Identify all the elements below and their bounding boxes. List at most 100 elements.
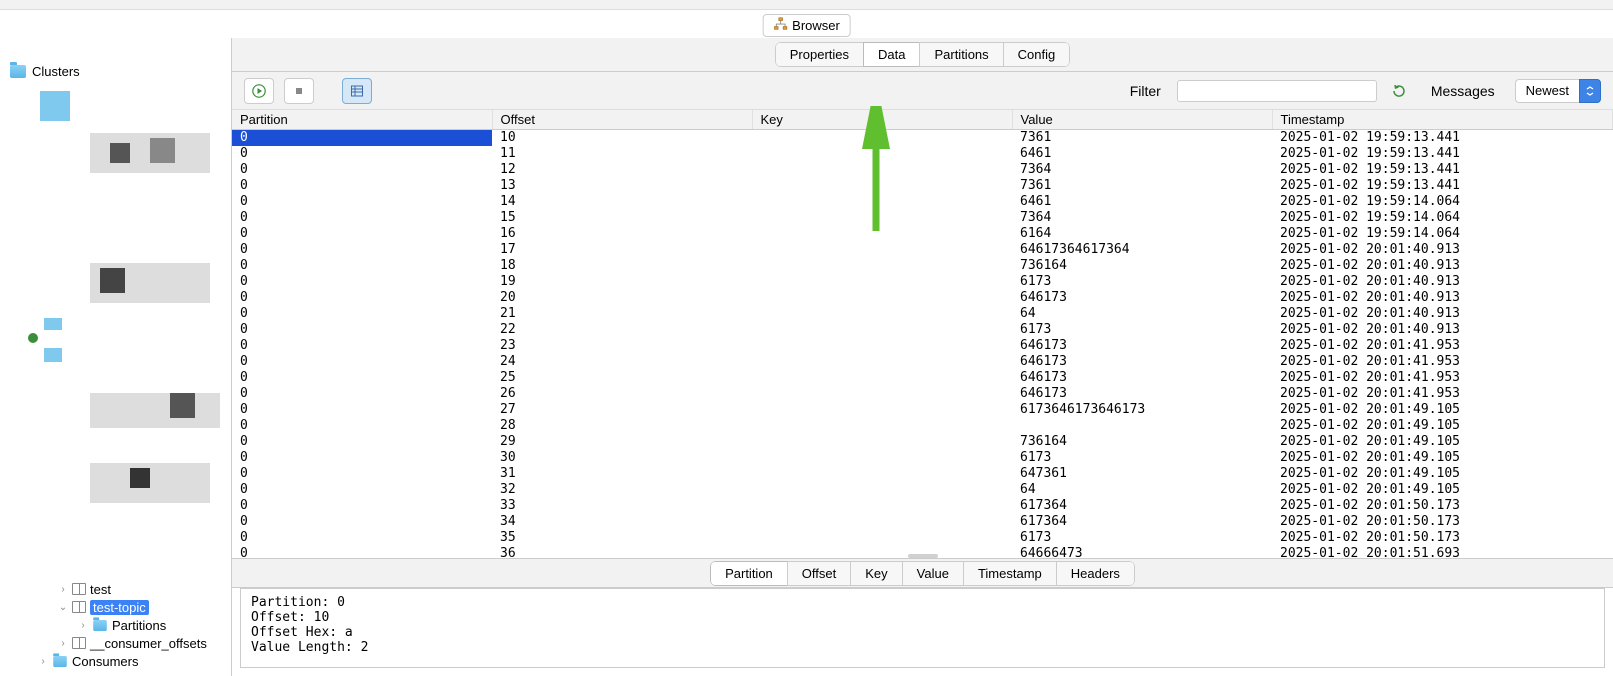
cell-offset: 12 (492, 162, 752, 178)
refresh-button[interactable] (1387, 80, 1411, 102)
detail-tab-headers[interactable]: Headers (1056, 561, 1135, 586)
cell-partition: 0 (232, 146, 492, 162)
table-view-button[interactable] (342, 78, 372, 104)
table-row[interactable]: 01661642025-01-02 19:59:14.064 (232, 226, 1613, 242)
cell-value: 617364 (1012, 498, 1272, 514)
browser-tab-button[interactable]: Browser (762, 14, 851, 37)
top-toolbar (0, 0, 1613, 10)
cell-key (752, 370, 1012, 386)
column-header-timestamp[interactable]: Timestamp (1272, 110, 1613, 130)
table-row[interactable]: 01164612025-01-02 19:59:13.441 (232, 146, 1613, 162)
folder-icon (10, 65, 26, 78)
tree-item-partitions[interactable]: › Partitions (8, 616, 231, 634)
cell-key (752, 194, 1012, 210)
cell-offset: 20 (492, 290, 752, 306)
tree-label: Consumers (72, 654, 138, 669)
column-header-offset[interactable]: Offset (492, 110, 752, 130)
data-table-scroll[interactable]: PartitionOffsetKeyValueTimestamp 0107361… (232, 110, 1613, 558)
sidebar-root[interactable]: Clusters (0, 60, 231, 83)
table-row[interactable]: 017646173646173642025-01-02 20:01:40.913 (232, 242, 1613, 258)
table-row[interactable]: 0256461732025-01-02 20:01:41.953 (232, 370, 1613, 386)
tree-item-consumer-offsets[interactable]: › __consumer_offsets (8, 634, 231, 652)
cell-partition: 0 (232, 194, 492, 210)
cell-timestamp: 2025-01-02 19:59:13.441 (1272, 162, 1613, 178)
column-header-key[interactable]: Key (752, 110, 1012, 130)
table-row[interactable]: 03561732025-01-02 20:01:50.173 (232, 530, 1613, 546)
cell-offset: 29 (492, 434, 752, 450)
table-row[interactable]: 01373612025-01-02 19:59:13.441 (232, 178, 1613, 194)
cell-offset: 13 (492, 178, 752, 194)
cell-timestamp: 2025-01-02 20:01:50.173 (1272, 498, 1613, 514)
cell-offset: 21 (492, 306, 752, 322)
table-row[interactable]: 01073612025-01-02 19:59:13.441 (232, 130, 1613, 146)
tab-data[interactable]: Data (863, 42, 920, 67)
sidebar: Clusters › test ⌄ (0, 38, 232, 676)
detail-pane[interactable]: Partition: 0 Offset: 10 Offset Hex: a Va… (240, 588, 1605, 668)
detail-tab-offset[interactable]: Offset (787, 561, 851, 586)
table-row[interactable]: 021642025-01-02 20:01:40.913 (232, 306, 1613, 322)
cell-partition: 0 (232, 306, 492, 322)
cell-offset: 24 (492, 354, 752, 370)
filter-label: Filter (1130, 83, 1161, 99)
table-row[interactable]: 0282025-01-02 20:01:49.105 (232, 418, 1613, 434)
cell-partition: 0 (232, 178, 492, 194)
table-row[interactable]: 02261732025-01-02 20:01:40.913 (232, 322, 1613, 338)
table-row[interactable]: 01273642025-01-02 19:59:13.441 (232, 162, 1613, 178)
tab-properties[interactable]: Properties (775, 42, 864, 67)
cell-timestamp: 2025-01-02 19:59:14.064 (1272, 210, 1613, 226)
column-header-value[interactable]: Value (1012, 110, 1272, 130)
table-row[interactable]: 032642025-01-02 20:01:49.105 (232, 482, 1613, 498)
play-button[interactable] (244, 78, 274, 104)
cell-key (752, 450, 1012, 466)
cell-key (752, 434, 1012, 450)
cell-value: 64 (1012, 482, 1272, 498)
table-row[interactable]: 01464612025-01-02 19:59:14.064 (232, 194, 1613, 210)
cell-timestamp: 2025-01-02 20:01:40.913 (1272, 322, 1613, 338)
table-row[interactable]: 0297361642025-01-02 20:01:49.105 (232, 434, 1613, 450)
column-header-partition[interactable]: Partition (232, 110, 492, 130)
table-row[interactable]: 03061732025-01-02 20:01:49.105 (232, 450, 1613, 466)
tree-item-test-topic[interactable]: ⌄ test-topic (8, 598, 231, 616)
table-row[interactable]: 0206461732025-01-02 20:01:40.913 (232, 290, 1613, 306)
tree-item-test[interactable]: › test (8, 580, 231, 598)
table-row[interactable]: 0336173642025-01-02 20:01:50.173 (232, 498, 1613, 514)
cell-value: 617364 (1012, 514, 1272, 530)
table-row[interactable]: 0187361642025-01-02 20:01:40.913 (232, 258, 1613, 274)
table-row[interactable]: 01961732025-01-02 20:01:40.913 (232, 274, 1613, 290)
cell-key (752, 482, 1012, 498)
tree-label: test-topic (90, 600, 149, 615)
tab-partitions[interactable]: Partitions (919, 42, 1003, 67)
cell-timestamp: 2025-01-02 20:01:49.105 (1272, 402, 1613, 418)
cell-partition: 0 (232, 338, 492, 354)
order-dropdown[interactable]: Newest (1515, 79, 1601, 103)
cell-value: 6173 (1012, 322, 1272, 338)
cell-timestamp: 2025-01-02 19:59:14.064 (1272, 194, 1613, 210)
cell-timestamp: 2025-01-02 20:01:49.105 (1272, 434, 1613, 450)
table-row[interactable]: 0316473612025-01-02 20:01:49.105 (232, 466, 1613, 482)
table-row[interactable]: 0346173642025-01-02 20:01:50.173 (232, 514, 1613, 530)
cell-timestamp: 2025-01-02 20:01:40.913 (1272, 258, 1613, 274)
detail-tab-value[interactable]: Value (902, 561, 964, 586)
table-row[interactable]: 0246461732025-01-02 20:01:41.953 (232, 354, 1613, 370)
cell-partition: 0 (232, 130, 492, 146)
dropdown-arrow-icon (1579, 79, 1601, 103)
cell-offset: 35 (492, 530, 752, 546)
table-row[interactable]: 01573642025-01-02 19:59:14.064 (232, 210, 1613, 226)
cell-value: 64617364617364 (1012, 242, 1272, 258)
cell-partition: 0 (232, 434, 492, 450)
filter-input[interactable] (1177, 80, 1377, 102)
table-row[interactable]: 02761736461736461732025-01-02 20:01:49.1… (232, 402, 1613, 418)
stop-button[interactable] (284, 78, 314, 104)
chevron-right-icon: › (58, 584, 68, 595)
table-row[interactable]: 0236461732025-01-02 20:01:41.953 (232, 338, 1613, 354)
cell-partition: 0 (232, 370, 492, 386)
detail-tab-partition[interactable]: Partition (710, 561, 788, 586)
tree-item-consumers[interactable]: › Consumers (8, 652, 231, 670)
detail-tab-key[interactable]: Key (850, 561, 902, 586)
browser-pill-row: Browser (0, 10, 1613, 38)
cell-partition: 0 (232, 514, 492, 530)
tab-config[interactable]: Config (1003, 42, 1071, 67)
detail-tab-timestamp[interactable]: Timestamp (963, 561, 1057, 586)
cell-timestamp: 2025-01-02 19:59:13.441 (1272, 146, 1613, 162)
table-row[interactable]: 0266461732025-01-02 20:01:41.953 (232, 386, 1613, 402)
